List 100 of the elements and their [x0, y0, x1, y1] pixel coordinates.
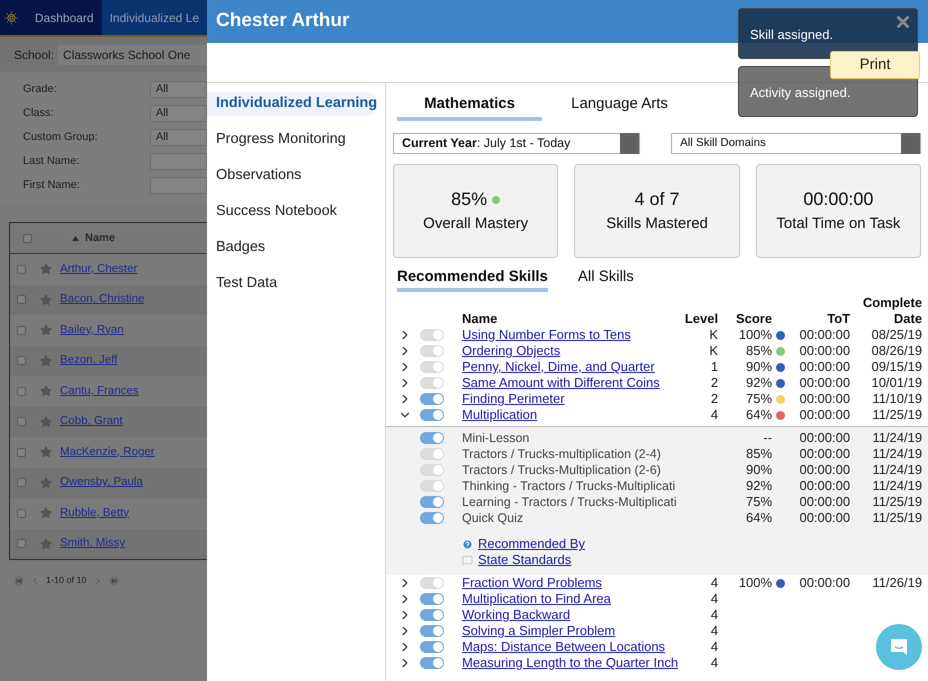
filter-select[interactable]: All: [150, 80, 207, 98]
tot-cell-text: 00:00:00: [798, 391, 850, 407]
skill-link[interactable]: Maps: Distance Between Locations: [462, 639, 666, 654]
pill-switch[interactable]: [420, 609, 444, 621]
checkbox[interactable]: [17, 417, 26, 426]
skill-tab[interactable]: All Skills: [578, 266, 634, 292]
pill-switch[interactable]: [420, 393, 444, 405]
activity-name: Tractors / Trucks-multiplication (2-4): [462, 446, 662, 462]
skill-link[interactable]: Working Backward: [462, 607, 570, 622]
star-icon[interactable]: [40, 354, 52, 367]
pill-switch[interactable]: [420, 377, 444, 389]
star-icon[interactable]: [40, 385, 52, 398]
print-button[interactable]: Print: [830, 51, 920, 79]
checkbox[interactable]: [17, 295, 26, 304]
toast-message: Skill assigned.: [750, 26, 834, 44]
star-icon[interactable]: [40, 476, 52, 489]
pill-switch[interactable]: [420, 625, 444, 637]
date-cell-text: 11/24/19: [871, 430, 922, 446]
pill-switch[interactable]: [420, 361, 444, 373]
checkbox[interactable]: [17, 264, 26, 274]
star-icon[interactable]: [40, 446, 52, 458]
activity-name: Learning - Tractors / Trucks-Multiplicati: [462, 494, 678, 510]
pill-switch[interactable]: [420, 496, 444, 508]
star-icon[interactable]: [40, 324, 52, 336]
skill-link[interactable]: Same Amount with Different Coins: [462, 375, 660, 390]
pill-switch[interactable]: [420, 641, 444, 653]
level-cell-text: 4: [710, 591, 718, 607]
nav-tab[interactable]: Dashboard: [26, 0, 102, 35]
skill-link[interactable]: Measuring Length to the Quarter Inch: [462, 655, 678, 670]
date-cell-text: 08/25/19: [870, 327, 922, 343]
star-icon[interactable]: [40, 416, 52, 428]
skill-link[interactable]: Using Number Forms to Tens: [462, 327, 631, 342]
tot-cell-text: 00:00:00: [798, 575, 850, 591]
level-cell-text: 4: [710, 623, 718, 639]
filter-select[interactable]: All: [150, 128, 207, 146]
tot-cell-text: 00:00:00: [798, 462, 850, 478]
period-select[interactable]: Current Year: July 1st - Today: [393, 133, 640, 154]
chat-bubble-icon: [889, 637, 909, 657]
checkbox[interactable]: [17, 326, 26, 335]
close-icon[interactable]: [894, 13, 912, 31]
nav-tab[interactable]: Individualized Le: [102, 0, 207, 35]
tot-cell-text: 00:00:00: [798, 510, 850, 526]
checkbox[interactable]: [17, 478, 26, 488]
side-nav-item[interactable]: Test Data: [207, 272, 377, 296]
star-icon[interactable]: [40, 294, 52, 306]
skill-link[interactable]: Multiplication: [462, 407, 538, 422]
level-cell-text: 4: [710, 607, 718, 623]
date-cell-text: 11/26/19: [871, 575, 922, 591]
pill-switch[interactable]: [420, 448, 444, 460]
domain-select[interactable]: All Skill Domains: [671, 133, 922, 154]
last-page-icon[interactable]: [108, 576, 119, 586]
skill-link[interactable]: Ordering Objects: [462, 343, 560, 358]
checkbox[interactable]: [17, 448, 26, 457]
school-label: School:: [14, 46, 54, 64]
score-cell-text: 92%: [745, 478, 772, 494]
pill-switch[interactable]: [420, 345, 444, 357]
side-nav-item[interactable]: Individualized Learning: [207, 92, 377, 116]
pill-switch[interactable]: [420, 577, 444, 589]
checkbox[interactable]: [17, 356, 26, 366]
stat-value: 00:00:00: [803, 188, 874, 212]
skill-link[interactable]: Penny, Nickel, Dime, and Quarter: [462, 359, 655, 374]
toast-message: Activity assigned.: [750, 84, 850, 102]
star-icon[interactable]: [40, 507, 52, 520]
skill-tab[interactable]: Recommended Skills: [397, 266, 548, 292]
pill-switch[interactable]: [420, 432, 444, 444]
subject-tab[interactable]: Mathematics: [397, 91, 542, 121]
skill-link[interactable]: Solving a Simpler Problem: [462, 623, 616, 638]
tot-cell-text: 00:00:00: [798, 430, 850, 446]
checkbox[interactable]: [17, 508, 26, 518]
pill-switch[interactable]: [420, 593, 444, 605]
star-icon[interactable]: [40, 538, 52, 550]
skill-link[interactable]: Finding Perimeter: [462, 391, 565, 406]
tot-cell-text: 00:00:00: [798, 343, 850, 359]
side-nav-item[interactable]: Observations: [207, 164, 377, 188]
score-cell-text: 90%: [745, 359, 772, 375]
period-select-text: Current Year: July 1st - Today: [401, 135, 572, 152]
skill-link[interactable]: Multiplication to Find Area: [462, 591, 611, 606]
first-page-icon[interactable]: [14, 576, 24, 586]
pill-switch[interactable]: [420, 657, 444, 669]
side-nav-item[interactable]: Badges: [207, 236, 377, 260]
skill-link[interactable]: Fraction Word Problems: [462, 575, 602, 590]
column-header: ToT: [826, 311, 850, 327]
level-cell-text: 4: [710, 655, 718, 671]
side-nav-item[interactable]: Progress Monitoring: [207, 128, 377, 152]
side-nav-item[interactable]: Success Notebook: [207, 200, 377, 224]
pill-switch[interactable]: [420, 464, 444, 476]
star-icon[interactable]: [40, 263, 52, 276]
pill-switch[interactable]: [420, 409, 444, 421]
filter-input[interactable]: [150, 176, 207, 194]
school-select[interactable]: Classworks School One: [58, 44, 207, 64]
pill-switch[interactable]: [420, 480, 444, 492]
filter-select[interactable]: All: [150, 104, 207, 122]
pill-switch[interactable]: [420, 512, 444, 524]
filter-input[interactable]: [150, 152, 207, 170]
checkbox[interactable]: [17, 386, 26, 396]
pill-switch[interactable]: [420, 329, 444, 341]
checkbox[interactable]: [17, 539, 26, 548]
checkbox[interactable]: [23, 234, 32, 242]
activity-name: Quick Quiz: [462, 510, 524, 526]
subject-tab[interactable]: Language Arts: [542, 91, 697, 121]
